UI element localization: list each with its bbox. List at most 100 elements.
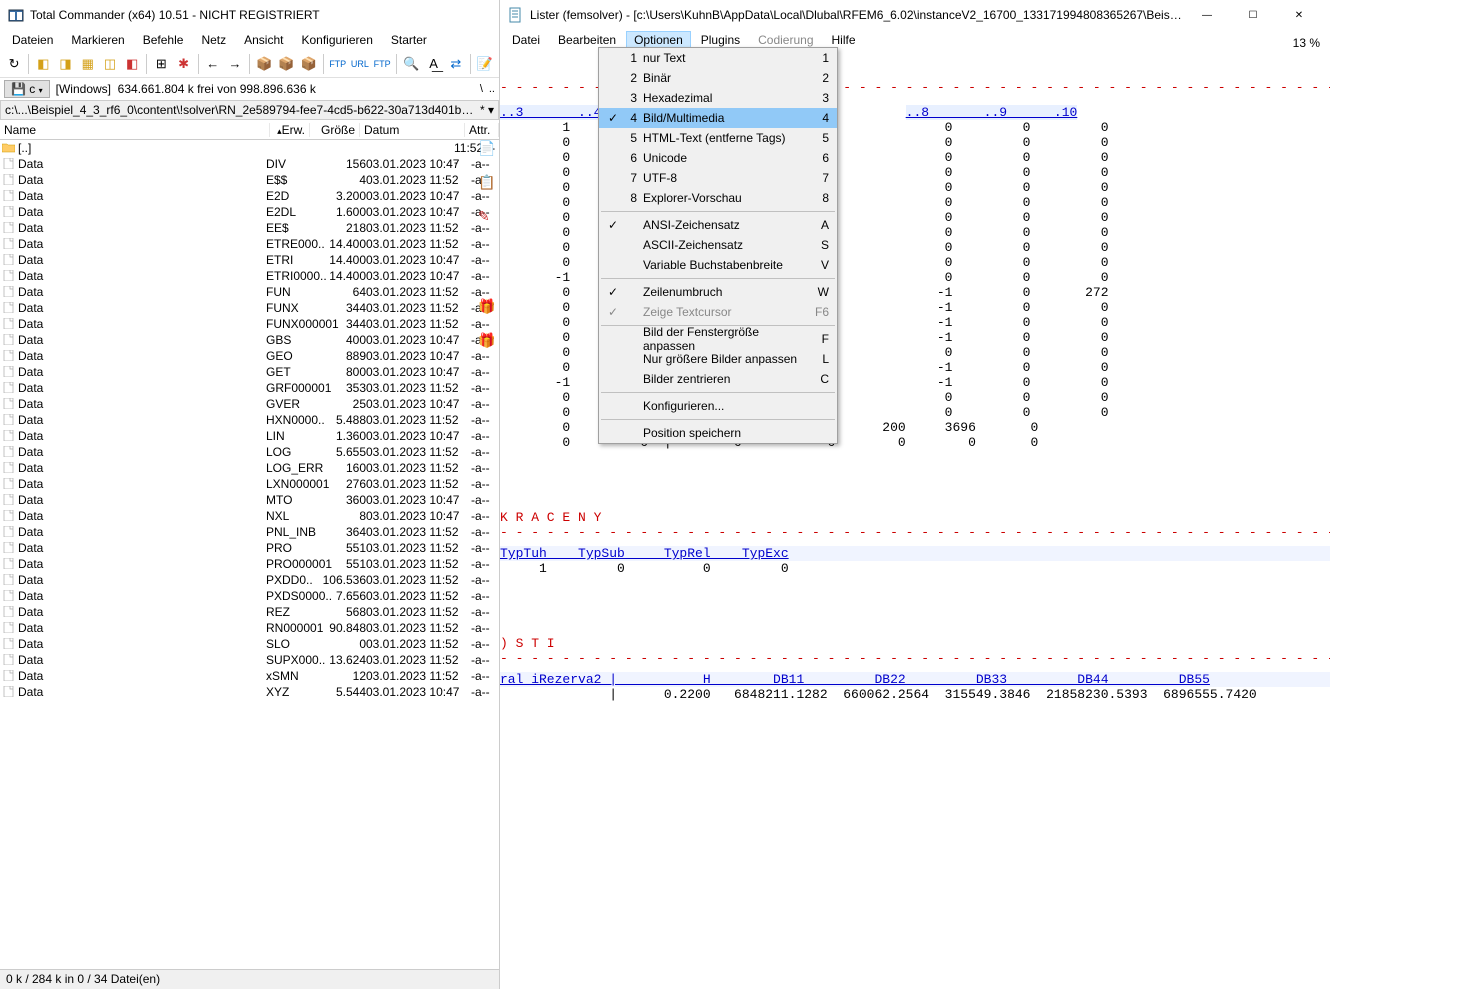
tool-icon[interactable]: ◧: [33, 53, 53, 75]
dd-variable-buchstabenbreite[interactable]: Variable BuchstabenbreiteV: [599, 255, 837, 275]
copy-icon[interactable]: 📄: [478, 140, 496, 158]
col-attr[interactable]: Attr.: [465, 123, 499, 137]
file-row[interactable]: DataE$$4 03.01.2023 11:52-a--: [0, 172, 499, 188]
unpack-icon[interactable]: 📦: [276, 53, 296, 75]
refresh-icon[interactable]: ↻: [4, 53, 24, 75]
file-row[interactable]: DataFUNX344 03.01.2023 11:52-a--: [0, 300, 499, 316]
file-row[interactable]: DataPRO551 03.01.2023 11:52-a--: [0, 540, 499, 556]
menu-starter[interactable]: Starter: [383, 31, 435, 49]
tool-icon[interactable]: ▦: [78, 53, 98, 75]
file-row[interactable]: DataSLO0 03.01.2023 11:52-a--: [0, 636, 499, 652]
dd-html-text-entferne-tags-[interactable]: 5HTML-Text (entferne Tags)5: [599, 128, 837, 148]
file-row[interactable]: DataxSMN12 03.01.2023 11:52-a--: [0, 668, 499, 684]
forward-icon[interactable]: →: [225, 53, 245, 75]
file-row[interactable]: DataE2DL1.600 03.01.2023 10:47-a--: [0, 204, 499, 220]
file-row[interactable]: DataREZ568 03.01.2023 11:52-a--: [0, 604, 499, 620]
file-row[interactable]: DataXYZ5.544 03.01.2023 10:47-a--: [0, 684, 499, 700]
col-date[interactable]: Datum: [360, 123, 465, 137]
file-row[interactable]: DataFUNX000001344 03.01.2023 11:52-a--: [0, 316, 499, 332]
menu-konfigurieren[interactable]: Konfigurieren: [293, 31, 380, 49]
file-row[interactable]: DataPRO000001551 03.01.2023 11:52-a--: [0, 556, 499, 572]
file-row[interactable]: DataLOG_ERR160 03.01.2023 11:52-a--: [0, 460, 499, 476]
menu-markieren[interactable]: Markieren: [63, 31, 132, 49]
col-size[interactable]: Größe: [310, 123, 360, 137]
tool-icon[interactable]: ◨: [55, 53, 75, 75]
up-button[interactable]: ..: [489, 83, 495, 95]
dd-unicode[interactable]: 6Unicode6: [599, 148, 837, 168]
url-icon[interactable]: URL: [350, 53, 370, 75]
file-row[interactable]: DataLXN000001276 03.01.2023 11:52-a--: [0, 476, 499, 492]
file-row[interactable]: DataRN00000190.848 03.01.2023 11:52-a--: [0, 620, 499, 636]
close-button[interactable]: ✕: [1276, 0, 1322, 30]
gift-icon[interactable]: 🎁: [478, 298, 496, 316]
file-row[interactable]: DataETRI14.400 03.01.2023 10:47-a--: [0, 252, 499, 268]
dd-bild-der-fenstergr-e-anpassen[interactable]: Bild der Fenstergröße anpassenF: [599, 329, 837, 349]
dd-ansi-zeichensatz[interactable]: ✓ANSI-ZeichensatzA: [599, 215, 837, 235]
col-name[interactable]: Name: [0, 123, 270, 137]
tree-icon[interactable]: ⊞: [151, 53, 171, 75]
back-icon[interactable]: ←: [203, 53, 223, 75]
dd-position-speichern[interactable]: Position speichern: [599, 423, 837, 443]
file-row[interactable]: DataE2D3.200 03.01.2023 10:47-a--: [0, 188, 499, 204]
pack-icon[interactable]: 📦: [254, 53, 274, 75]
dd-explorer-vorschau[interactable]: 8Explorer-Vorschau8: [599, 188, 837, 208]
dd-ascii-zeichensatz[interactable]: ASCII-ZeichensatzS: [599, 235, 837, 255]
file-row[interactable]: DataETRE000..14.400 03.01.2023 11:52-a--: [0, 236, 499, 252]
minimize-button[interactable]: —: [1184, 0, 1230, 30]
tc-menubar[interactable]: DateienMarkierenBefehleNetzAnsichtKonfig…: [0, 30, 499, 50]
dd-utf-[interactable]: 7UTF-87: [599, 168, 837, 188]
edit-icon[interactable]: ✎: [478, 208, 496, 226]
optionen-dropdown[interactable]: 1nur Text12Binär23Hexadezimal3✓4Bild/Mul…: [598, 47, 838, 444]
file-row[interactable]: DataHXN0000..5.488 03.01.2023 11:52-a--: [0, 412, 499, 428]
tool-icon[interactable]: ◫: [100, 53, 120, 75]
file-row[interactable]: DataLIN1.360 03.01.2023 10:47-a--: [0, 428, 499, 444]
file-row[interactable]: DataGEO889 03.01.2023 10:47-a--: [0, 348, 499, 364]
file-row[interactable]: DataNXL8 03.01.2023 10:47-a--: [0, 508, 499, 524]
file-list[interactable]: [..]03.01.2023 11:52----DataDIV156 03.01…: [0, 140, 499, 700]
dd-nur-gr-ere-bilder-anpassen[interactable]: Nur größere Bilder anpassenL: [599, 349, 837, 369]
sync-icon[interactable]: ⇄: [446, 53, 466, 75]
dd-konfigurieren-[interactable]: Konfigurieren...: [599, 396, 837, 416]
file-row[interactable]: DataPXDD0..106.536 03.01.2023 11:52-a--: [0, 572, 499, 588]
tool-icon[interactable]: ◧: [122, 53, 142, 75]
file-row[interactable]: DataSUPX000..13.624 03.01.2023 11:52-a--: [0, 652, 499, 668]
file-row[interactable]: DataEE$218 03.01.2023 11:52-a--: [0, 220, 499, 236]
search-icon[interactable]: 🔍: [401, 53, 421, 75]
menu-netz[interactable]: Netz: [193, 31, 234, 49]
drive-c-button[interactable]: 💾 c ▾: [4, 80, 50, 98]
file-row[interactable]: DataPNL_INB364 03.01.2023 11:52-a--: [0, 524, 499, 540]
dd-bild-multimedia[interactable]: ✓4Bild/Multimedia4: [599, 108, 837, 128]
file-row[interactable]: DataPXDS0000..7.656 03.01.2023 11:52-a--: [0, 588, 499, 604]
file-row[interactable]: DataGBS400 03.01.2023 10:47-a--: [0, 332, 499, 348]
dd-bin-r[interactable]: 2Binär2: [599, 68, 837, 88]
gift2-icon[interactable]: 🎁: [478, 332, 496, 350]
paste-icon[interactable]: 📋: [478, 174, 496, 192]
invert-icon[interactable]: ✱: [173, 53, 193, 75]
file-row[interactable]: DataGET800 03.01.2023 10:47-a--: [0, 364, 499, 380]
file-row[interactable]: DataFUN64 03.01.2023 11:52-a--: [0, 284, 499, 300]
ftp-new-icon[interactable]: FTP: [372, 53, 392, 75]
dd-bilder-zentrieren[interactable]: Bilder zentrierenC: [599, 369, 837, 389]
file-row[interactable]: DataGVER25 03.01.2023 10:47-a--: [0, 396, 499, 412]
file-row[interactable]: DataETRI0000..14.400 03.01.2023 10:47-a-…: [0, 268, 499, 284]
file-row[interactable]: DataGRF000001353 03.01.2023 11:52-a--: [0, 380, 499, 396]
menu-ansicht[interactable]: Ansicht: [236, 31, 291, 49]
notepad-icon[interactable]: 📝: [475, 53, 495, 75]
file-row[interactable]: DataLOG5.655 03.01.2023 11:52-a--: [0, 444, 499, 460]
rename-icon[interactable]: A͟: [423, 53, 443, 75]
history-button[interactable]: * ▾: [480, 103, 494, 117]
dd-nur-text[interactable]: 1nur Text1: [599, 48, 837, 68]
file-row[interactable]: DataDIV156 03.01.2023 10:47-a--: [0, 156, 499, 172]
ftp-icon[interactable]: FTP: [328, 53, 348, 75]
maximize-button[interactable]: ☐: [1230, 0, 1276, 30]
dd-hexadezimal[interactable]: 3Hexadezimal3: [599, 88, 837, 108]
menu-befehle[interactable]: Befehle: [135, 31, 192, 49]
tc-pathbar[interactable]: c:\...\Beispiel_4_3_rf6_0\content\!solve…: [0, 100, 499, 120]
file-row[interactable]: DataMTO360 03.01.2023 10:47-a--: [0, 492, 499, 508]
parent-dir-row[interactable]: [..]03.01.2023 11:52----: [0, 140, 499, 156]
col-ext[interactable]: ▴Erw.: [270, 123, 310, 137]
dd-zeilenumbruch[interactable]: ✓ZeilenumbruchW: [599, 282, 837, 302]
menu-dateien[interactable]: Dateien: [4, 31, 61, 49]
pack-icon[interactable]: 📦: [298, 53, 318, 75]
menu-datei[interactable]: Datei: [504, 31, 548, 49]
